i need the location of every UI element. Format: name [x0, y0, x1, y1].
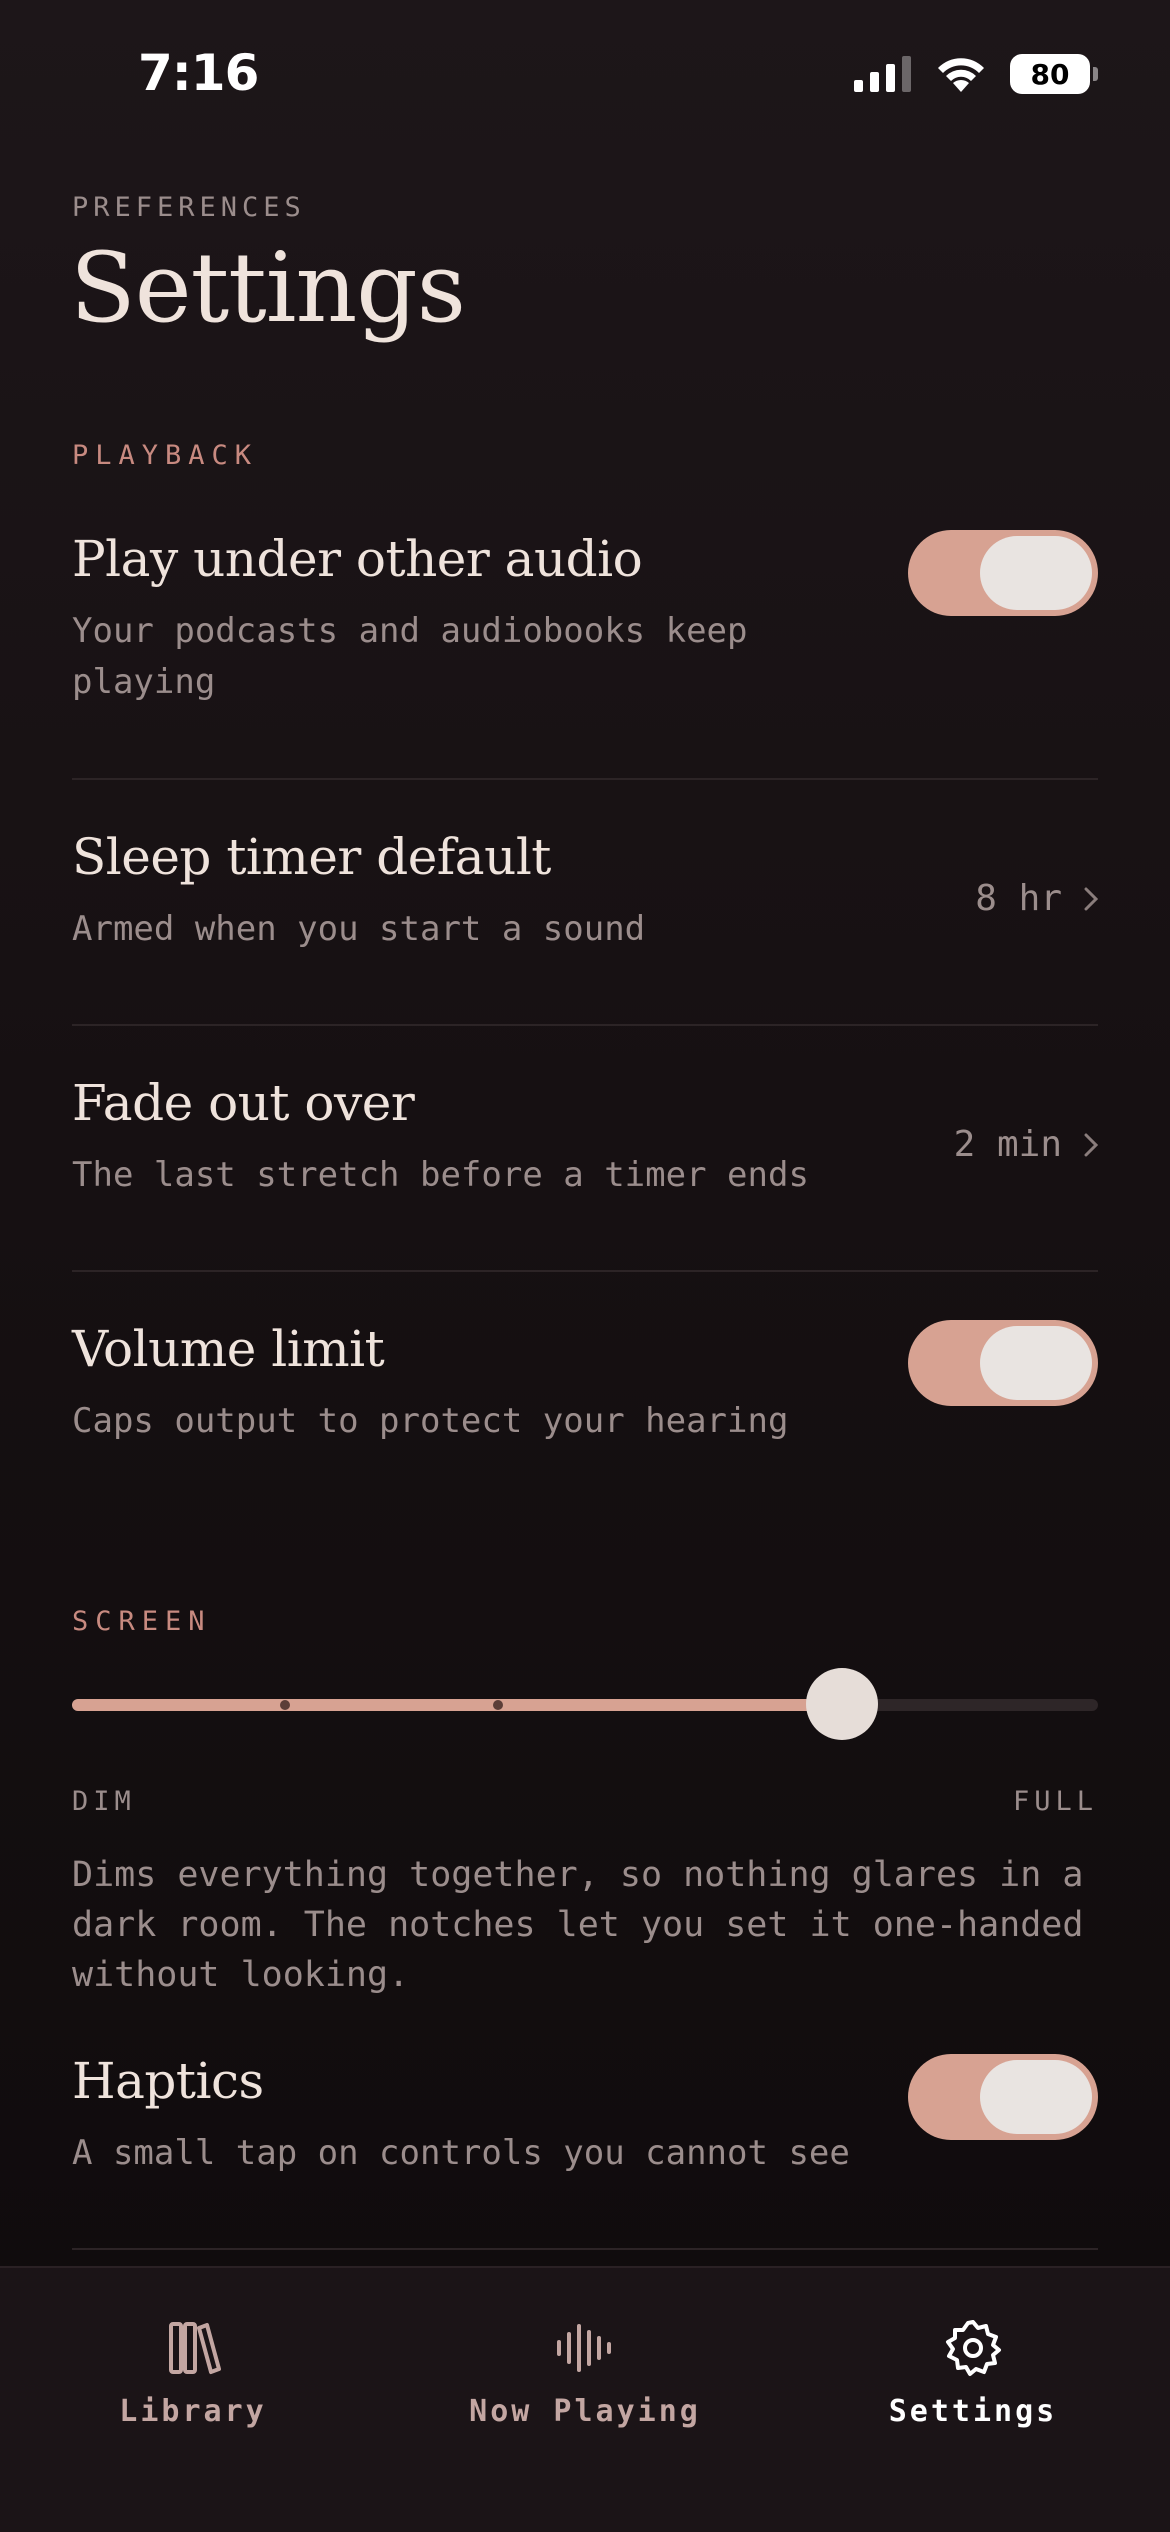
tab-now-playing[interactable]: Now Playing [460, 2318, 710, 2429]
cellular-signal-icon [854, 56, 911, 92]
play-under-toggle[interactable] [908, 530, 1098, 616]
tab-bar: Library Now Playing Settings [0, 2266, 1170, 2532]
setting-title: Fade out over [72, 1074, 415, 1132]
setting-subtitle: The last stretch before a timer ends [72, 1155, 809, 1195]
divider [72, 2248, 1098, 2250]
slider-fill [72, 1699, 842, 1711]
toggle-knob [980, 536, 1092, 610]
page-title: Settings [70, 232, 466, 344]
battery-level: 80 [1030, 57, 1070, 91]
chevron-right-icon [1084, 1133, 1098, 1156]
slider-max-label: FULL [1012, 1786, 1098, 1817]
library-books-icon [169, 2322, 221, 2374]
page-eyebrow: PREFERENCES [72, 192, 306, 223]
volume-limit-toggle[interactable] [908, 1320, 1098, 1406]
divider [72, 1024, 1098, 1026]
section-label-screen: SCREEN [72, 1606, 212, 1637]
fade-out-value-text: 2 min [953, 1124, 1062, 1165]
setting-volume-limit: Volume limit Caps output to protect your… [72, 1320, 1098, 1490]
sleep-timer-value-text: 8 hr [975, 878, 1062, 919]
sleep-timer-value[interactable]: 8 hr [975, 878, 1098, 919]
battery-icon: 80 [1010, 54, 1098, 94]
setting-sleep-timer-default[interactable]: Sleep timer default Armed when you start… [72, 828, 1098, 998]
slider-notch [279, 1700, 290, 1710]
brightness-slider[interactable] [72, 1668, 1098, 1740]
tab-library[interactable]: Library [90, 2318, 296, 2429]
setting-haptics: Haptics A small tap on controls you cann… [72, 2052, 1098, 2232]
setting-fade-out-over[interactable]: Fade out over The last stretch before a … [72, 1074, 1098, 1244]
status-bar: 7:16 80 [0, 0, 1170, 150]
waveform-icon [557, 2324, 611, 2372]
tab-settings[interactable]: Settings [870, 2318, 1076, 2429]
fade-out-value[interactable]: 2 min [954, 1124, 1098, 1165]
tab-label: Settings [888, 2394, 1058, 2429]
slider-min-label: DIM [72, 1786, 136, 1817]
status-time: 7:16 [138, 44, 259, 102]
wifi-icon [938, 58, 984, 92]
toggle-knob [980, 1326, 1092, 1400]
setting-title: Sleep timer default [72, 828, 551, 886]
setting-subtitle: Armed when you start a sound [72, 909, 646, 949]
setting-subtitle: Your podcasts and audiobooks keep playin… [72, 611, 748, 702]
setting-play-under-other-audio: Play under other audio Your podcasts and… [72, 530, 1098, 750]
tab-label: Library [119, 2394, 267, 2429]
chevron-right-icon [1084, 887, 1098, 910]
divider [72, 778, 1098, 780]
toggle-knob [980, 2060, 1092, 2134]
section-label-playback: PLAYBACK [72, 440, 259, 471]
slider-notch [492, 1700, 503, 1710]
divider [72, 1270, 1098, 1272]
gear-icon [946, 2320, 1001, 2376]
tab-label: Now Playing [469, 2394, 701, 2429]
screen-description: Dims everything together, so nothing gla… [72, 1855, 1084, 1995]
slider-thumb[interactable] [805, 1668, 878, 1740]
status-icons: 80 [854, 54, 1098, 94]
haptics-toggle[interactable] [908, 2054, 1098, 2140]
